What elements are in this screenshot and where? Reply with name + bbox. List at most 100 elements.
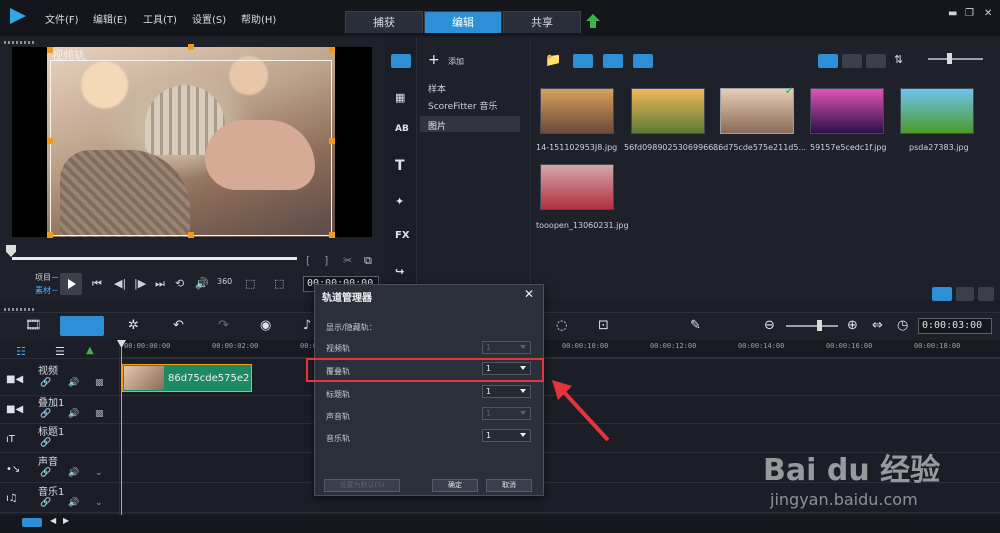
360-view-icon[interactable]: 360 <box>217 277 232 286</box>
track-grid-icon[interactable]: ▩ <box>95 409 104 419</box>
mark-in-icon[interactable]: [ <box>306 254 310 267</box>
restore-icon[interactable]: ❐ <box>965 8 974 19</box>
repeat-icon[interactable]: ⟲ <box>175 277 184 290</box>
track-volume-icon[interactable]: 🔊 <box>68 468 79 478</box>
next-frame-icon[interactable]: |▶ <box>134 277 146 290</box>
crop-handle[interactable] <box>329 47 335 53</box>
ok-button[interactable]: 确定 <box>432 479 478 492</box>
title-icon[interactable]: T <box>395 158 411 174</box>
previous-frame-icon[interactable]: ◀| <box>114 277 126 290</box>
storyboard-view-icon[interactable]: 🎞 <box>25 318 42 333</box>
dialog-track-count-select[interactable]: 1 <box>482 385 531 398</box>
add-folder-icon[interactable]: + <box>428 52 440 68</box>
crop-handle[interactable] <box>47 138 53 144</box>
panel-grip-icon[interactable] <box>4 41 34 44</box>
path-icon[interactable]: ↪ <box>395 265 411 279</box>
sound-mixer-icon[interactable]: ♪ <box>303 318 311 333</box>
menu-edit[interactable]: 编辑(E) <box>93 11 127 26</box>
enlarge-icon[interactable]: ⧉ <box>364 254 372 268</box>
media-thumbnail[interactable] <box>810 88 884 134</box>
crop-handle[interactable] <box>188 44 194 50</box>
scroll-mode-button[interactable] <box>22 518 42 527</box>
library-panel-button[interactable] <box>956 287 974 301</box>
mark-out-icon[interactable]: ] <box>324 254 328 267</box>
thumbnail-size-slider[interactable] <box>928 58 983 60</box>
toolbar-settings-icon[interactable]: ✲ <box>128 318 139 333</box>
show-audio-button[interactable] <box>633 54 653 68</box>
link-icon[interactable]: 🔗 <box>40 438 51 448</box>
crop-handle[interactable] <box>47 232 53 238</box>
instant-project-icon[interactable]: ▦ <box>395 91 411 105</box>
track-grid-icon[interactable]: ▩ <box>95 378 104 388</box>
crop-handle[interactable] <box>329 138 335 144</box>
timeline-zoom-thumb[interactable] <box>817 320 822 331</box>
options-panel-button[interactable] <box>932 287 952 301</box>
track-volume-icon[interactable]: 🔊 <box>68 498 79 508</box>
folder-item[interactable]: 样本 <box>428 82 446 95</box>
tab-edit[interactable]: 编辑 <box>424 11 502 33</box>
home-icon[interactable]: ⏮ <box>92 277 102 291</box>
track-volume-icon[interactable]: 🔊 <box>68 378 79 388</box>
chapter-point-icon[interactable]: ☰ <box>55 345 65 358</box>
split-icon[interactable]: ✂ <box>343 254 352 267</box>
crop-handle[interactable] <box>188 232 194 238</box>
media-thumbnail[interactable] <box>900 88 974 134</box>
add-folder-label[interactable]: 添加 <box>448 56 464 67</box>
add-remove-chapter-icon[interactable]: ▲ <box>86 345 94 356</box>
subtitle-editor-icon[interactable]: ⊡ <box>598 318 609 333</box>
timeline-duration-timecode[interactable]: 0:00:03:00 <box>918 318 992 334</box>
dialog-track-count-select[interactable]: 1 <box>482 429 531 442</box>
media-thumbnail[interactable] <box>540 164 614 210</box>
scroll-left-icon[interactable]: ◀ <box>50 516 56 525</box>
thumbnail-view-button[interactable] <box>818 54 838 68</box>
crop-mode-icon[interactable]: ⬚ <box>274 277 284 290</box>
scrubber-track[interactable] <box>12 257 297 260</box>
redo-icon[interactable]: ↷ <box>218 318 229 333</box>
show-photos-button[interactable] <box>603 54 623 68</box>
close-window-icon[interactable]: ✕ <box>984 8 992 19</box>
tab-capture[interactable]: 捕获 <box>345 11 423 33</box>
media-thumbnail[interactable] <box>540 88 614 134</box>
fit-project-icon[interactable]: ⇔ <box>872 318 883 333</box>
graphics-icon[interactable]: ✦ <box>395 195 411 209</box>
menu-tools[interactable]: 工具(T) <box>143 11 177 26</box>
folder-item[interactable]: 图片 <box>428 119 446 132</box>
list-view-button[interactable] <box>842 54 862 68</box>
mode-project[interactable]: 项目－ <box>35 272 59 283</box>
aspect-ratio-icon[interactable]: ⬚ <box>245 277 255 290</box>
fx-icon[interactable]: FX <box>395 230 411 244</box>
media-thumbnail[interactable] <box>720 88 794 134</box>
minimize-icon[interactable]: ▬ <box>948 8 957 19</box>
motion-tracking-icon[interactable]: ◌ <box>556 318 567 333</box>
media-thumbnail[interactable] <box>631 88 705 134</box>
timeline-zoom-slider[interactable] <box>786 325 838 327</box>
chevron-down-icon[interactable]: ⌄ <box>95 468 103 478</box>
media-library-icon[interactable] <box>391 54 411 68</box>
menu-help[interactable]: 帮助(H) <box>241 11 276 26</box>
tab-share[interactable]: 共享 <box>503 11 581 33</box>
timeline-view-button[interactable] <box>60 316 104 336</box>
track-manager-icon[interactable]: ☷ <box>16 345 26 358</box>
end-icon[interactable]: ⏭ <box>155 277 165 291</box>
dialog-close-icon[interactable]: ✕ <box>524 287 534 301</box>
play-button[interactable] <box>60 273 82 295</box>
grid-view-button[interactable] <box>866 54 886 68</box>
edit-panel-button[interactable] <box>978 287 994 301</box>
link-icon[interactable]: 🔗 <box>40 409 51 419</box>
chevron-down-icon[interactable]: ⌄ <box>95 498 103 508</box>
thumbnail-size-thumb[interactable] <box>947 53 952 64</box>
crop-box[interactable] <box>50 60 332 236</box>
show-videos-button[interactable] <box>573 54 593 68</box>
upload-icon[interactable] <box>586 14 600 28</box>
panel-grip-icon[interactable] <box>4 308 34 311</box>
crop-handle[interactable] <box>329 232 335 238</box>
zoom-out-icon[interactable]: ⊖ <box>764 318 775 333</box>
scroll-right-icon[interactable]: ▶ <box>63 516 69 525</box>
undo-icon[interactable]: ↶ <box>173 318 184 333</box>
import-media-icon[interactable]: 📁 <box>545 53 561 68</box>
zoom-in-icon[interactable]: ⊕ <box>847 318 858 333</box>
mode-clip[interactable]: 素材－ <box>35 285 59 296</box>
folder-item[interactable]: ScoreFitter 音乐 <box>428 99 497 112</box>
link-icon[interactable]: 🔗 <box>40 498 51 508</box>
record-capture-icon[interactable]: ◉ <box>260 318 271 333</box>
